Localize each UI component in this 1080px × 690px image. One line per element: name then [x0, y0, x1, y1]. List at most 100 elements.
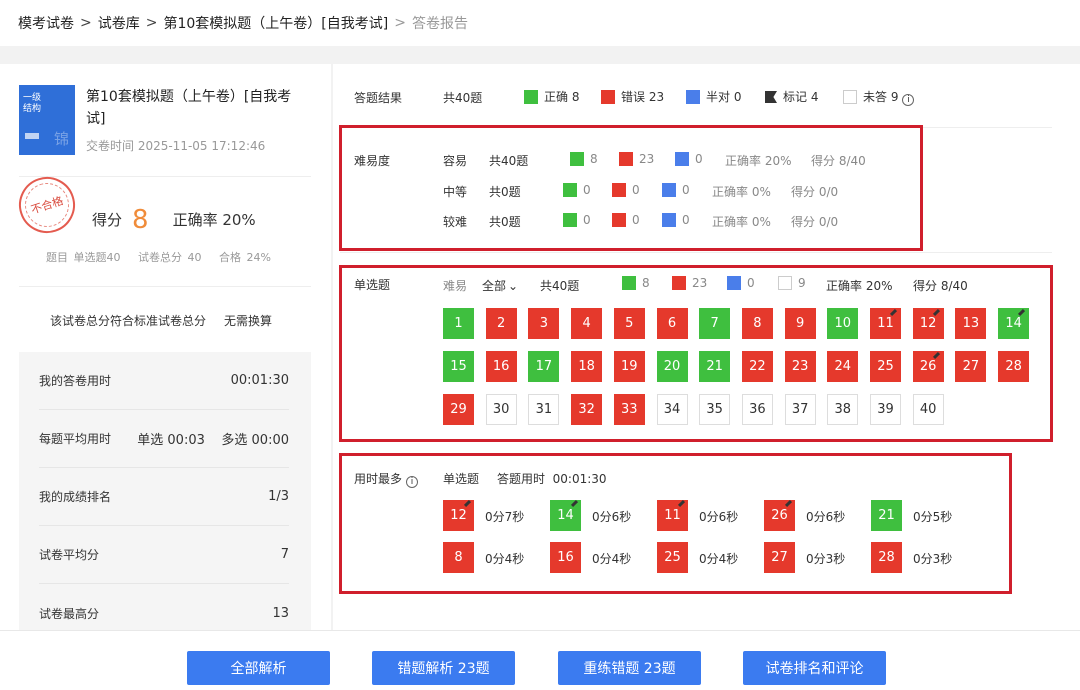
difficulty-row-item: 共0题 — [489, 183, 521, 200]
question-cell[interactable]: 33 — [613, 394, 645, 425]
all-analysis-button[interactable]: 全部解析 — [187, 651, 330, 685]
breadcrumb-paper[interactable]: 第10套模拟题（上午卷）[自我考试] — [163, 13, 388, 33]
info-icon[interactable]: i — [902, 94, 915, 106]
difficulty-row-item: 正确率 0% — [712, 183, 771, 200]
time-question-cell[interactable]: 28 — [871, 542, 902, 573]
question-cell[interactable]: 36 — [741, 394, 773, 425]
question-cell[interactable]: 26 — [912, 351, 944, 382]
question-number: 17 — [535, 359, 553, 374]
question-cell[interactable]: 14 — [998, 308, 1030, 339]
fail-stamp-icon: 不合格 — [11, 169, 83, 241]
difficulty-row-item: 0 — [563, 183, 591, 197]
question-cell[interactable]: 39 — [870, 394, 901, 425]
half-swatch — [727, 276, 741, 290]
difficulty-level: 较难 — [443, 215, 468, 229]
difficulty-row-item: 0 — [612, 183, 640, 197]
time-spent: 0分3秒 — [913, 552, 953, 566]
stamp-text: 不合格 — [29, 194, 65, 217]
question-cell[interactable]: 20 — [656, 351, 688, 382]
wrong-analysis-button[interactable]: 错题解析 23题 — [372, 651, 515, 685]
breadcrumb-mock-exam[interactable]: 模考试卷 — [18, 13, 74, 33]
stat-row-average: 试卷平均分 7 — [39, 526, 289, 584]
question-cell[interactable]: 37 — [784, 394, 816, 425]
question-number: 1 — [454, 316, 463, 331]
question-cell[interactable]: 19 — [613, 351, 645, 382]
difficulty-row-item: 容易 — [443, 152, 467, 169]
time-question-cell[interactable]: 25 — [657, 542, 688, 573]
difficulty-correct: 8 — [590, 152, 598, 166]
difficulty-row-item: 0 — [612, 213, 640, 227]
question-cell[interactable]: 11 — [870, 308, 901, 339]
summary-label: 答题结果 — [354, 91, 403, 105]
time-question-cell[interactable]: 12 — [443, 499, 474, 531]
breadcrumb-separator: > — [80, 15, 92, 31]
question-cell[interactable]: 3 — [528, 308, 560, 339]
ranking-comments-button[interactable]: 试卷排名和评论 — [743, 651, 886, 685]
difficulty-accuracy: 正确率 0% — [712, 215, 771, 229]
stat-label: 我的成绩排名 — [39, 490, 112, 504]
question-cell[interactable]: 9 — [784, 308, 816, 339]
question-number: 12 — [450, 508, 467, 523]
question-cell[interactable]: 13 — [955, 308, 987, 339]
unanswered-swatch — [843, 90, 857, 104]
difficulty-level: 容易 — [443, 154, 468, 168]
question-cell[interactable]: 30 — [485, 394, 517, 425]
question-cell[interactable]: 2 — [485, 308, 517, 339]
question-cell[interactable]: 7 — [699, 308, 731, 339]
question-cell[interactable]: 10 — [827, 308, 859, 339]
question-cell[interactable]: 34 — [656, 394, 688, 425]
question-cell[interactable]: 12 — [912, 308, 944, 339]
time-question-cell[interactable]: 27 — [764, 542, 795, 573]
question-cell[interactable]: 28 — [998, 351, 1030, 382]
time-spent: 0分5秒 — [913, 510, 953, 524]
time-question-cell[interactable]: 14 — [550, 499, 581, 531]
question-cell[interactable]: 21 — [699, 351, 731, 382]
redo-wrong-button[interactable]: 重练错题 23题 — [558, 651, 701, 685]
question-cell[interactable]: 18 — [571, 351, 603, 382]
single-correct-count: 8 — [642, 276, 650, 290]
question-cell[interactable]: 16 — [485, 351, 517, 382]
paper-title: 第10套模拟题（上午卷）[自我考试] — [86, 89, 292, 127]
question-cell[interactable]: 23 — [784, 351, 816, 382]
single-unanswered: 9 — [778, 276, 806, 290]
time-question-cell[interactable]: 21 — [871, 500, 902, 531]
question-cell[interactable]: 1 — [443, 308, 474, 339]
score-line: 得分 8 正确率 20% — [92, 205, 256, 235]
correct-swatch — [563, 213, 577, 227]
question-cell[interactable]: 15 — [443, 351, 474, 382]
time-question-cell[interactable]: 11 — [657, 499, 688, 531]
question-cell[interactable]: 17 — [528, 351, 560, 382]
time-question-cell[interactable]: 8 — [443, 542, 474, 573]
question-number: 9 — [795, 316, 805, 331]
breadcrumb: 模考试卷 > 试卷库 > 第10套模拟题（上午卷）[自我考试] > 答卷报告 — [0, 0, 1080, 46]
difficulty-row-item: 正确率 20% — [725, 152, 792, 169]
question-cell[interactable]: 6 — [656, 308, 688, 339]
question-number: 31 — [535, 402, 553, 417]
question-cell[interactable]: 35 — [699, 394, 731, 425]
accuracy-rate: 正确率 20% — [172, 211, 256, 229]
time-question-cell[interactable]: 26 — [764, 499, 795, 531]
stat-value: 13 — [272, 605, 289, 621]
question-cell[interactable]: 25 — [870, 351, 901, 382]
divider — [19, 286, 311, 287]
question-cell[interactable]: 31 — [528, 394, 560, 425]
diff-filter-dropdown[interactable]: 全部 ⌄ — [482, 277, 518, 294]
wrong-swatch — [672, 276, 686, 290]
question-cell[interactable]: 4 — [571, 308, 603, 339]
info-icon[interactable]: i — [406, 476, 419, 488]
question-cell[interactable]: 27 — [955, 351, 987, 382]
time-spent: 0分6秒 — [699, 510, 739, 524]
question-cell[interactable]: 22 — [741, 351, 773, 382]
question-cell[interactable]: 32 — [571, 394, 603, 425]
question-number: 23 — [791, 359, 809, 374]
question-cell[interactable]: 40 — [912, 394, 944, 425]
question-cell[interactable]: 29 — [443, 394, 474, 425]
question-number: 16 — [492, 359, 510, 374]
question-cell[interactable]: 38 — [827, 394, 859, 425]
difficulty-row-item: 得分 0/0 — [791, 183, 838, 200]
question-cell[interactable]: 8 — [741, 308, 773, 339]
time-question-cell[interactable]: 16 — [550, 542, 581, 573]
question-cell[interactable]: 24 — [827, 351, 859, 382]
question-cell[interactable]: 5 — [613, 308, 645, 339]
breadcrumb-paper-library[interactable]: 试卷库 — [98, 13, 140, 33]
